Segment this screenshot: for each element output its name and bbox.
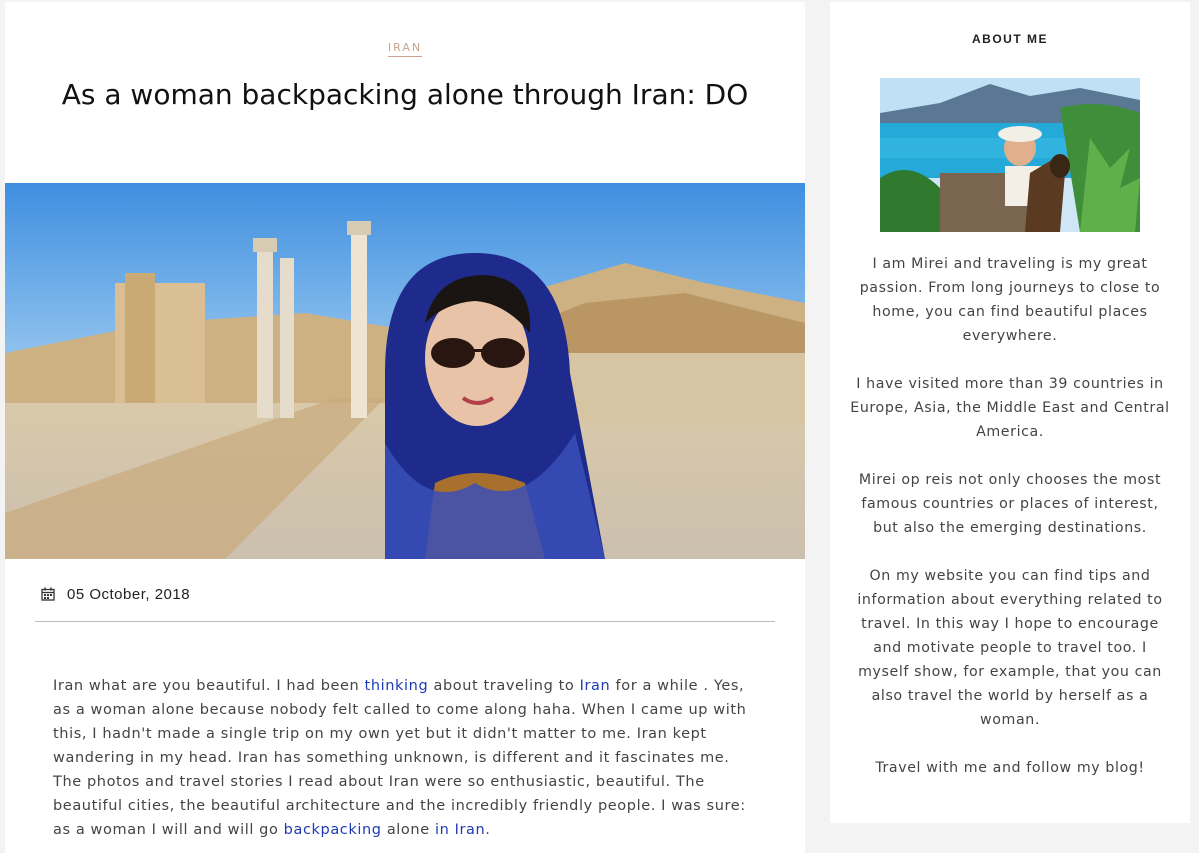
- post-meta: 05 October, 2018: [41, 582, 190, 606]
- excerpt-text: .: [485, 822, 491, 838]
- excerpt-text: alone: [381, 822, 435, 838]
- divider: [35, 621, 775, 622]
- category-link[interactable]: IRAN: [387, 41, 423, 57]
- featured-photo: [5, 183, 805, 559]
- link-iran[interactable]: Iran: [580, 678, 611, 694]
- author-photo: [880, 78, 1140, 232]
- excerpt-text: for a while . Yes, as a woman alone beca…: [53, 678, 747, 838]
- excerpt-text: Iran what are you beautiful. I had been: [53, 678, 365, 694]
- post-excerpt: Iran what are you beautiful. I had been …: [53, 674, 763, 842]
- widget-title: ABOUT ME: [972, 32, 1048, 46]
- link-backpacking[interactable]: backpacking: [284, 822, 382, 838]
- post-title: As a woman backpacking alone through Ira…: [61, 78, 749, 111]
- link-thinking[interactable]: thinking: [365, 678, 429, 694]
- author-image: [880, 78, 1140, 232]
- sidebar-about-widget: ABOUT ME I am Mirei and traveling is my …: [830, 2, 1190, 823]
- about-paragraph: On my website you can find tips and info…: [857, 568, 1163, 728]
- link-in-iran[interactable]: in Iran: [435, 822, 485, 838]
- about-text: I am Mirei and traveling is my great pas…: [848, 252, 1172, 804]
- calendar-icon: [41, 587, 55, 601]
- about-paragraph: Travel with me and follow my blog!: [875, 760, 1145, 776]
- main-article: IRAN As a woman backpacking alone throug…: [5, 2, 805, 853]
- excerpt-text: about traveling to: [428, 678, 580, 694]
- featured-image: [5, 183, 805, 559]
- about-paragraph: I have visited more than 39 countries in…: [850, 376, 1170, 440]
- category: IRAN: [5, 36, 805, 57]
- post-date: 05 October, 2018: [67, 585, 191, 603]
- about-paragraph: I am Mirei and traveling is my great pas…: [859, 256, 1161, 344]
- about-paragraph: Mirei op reis not only chooses the most …: [858, 472, 1162, 536]
